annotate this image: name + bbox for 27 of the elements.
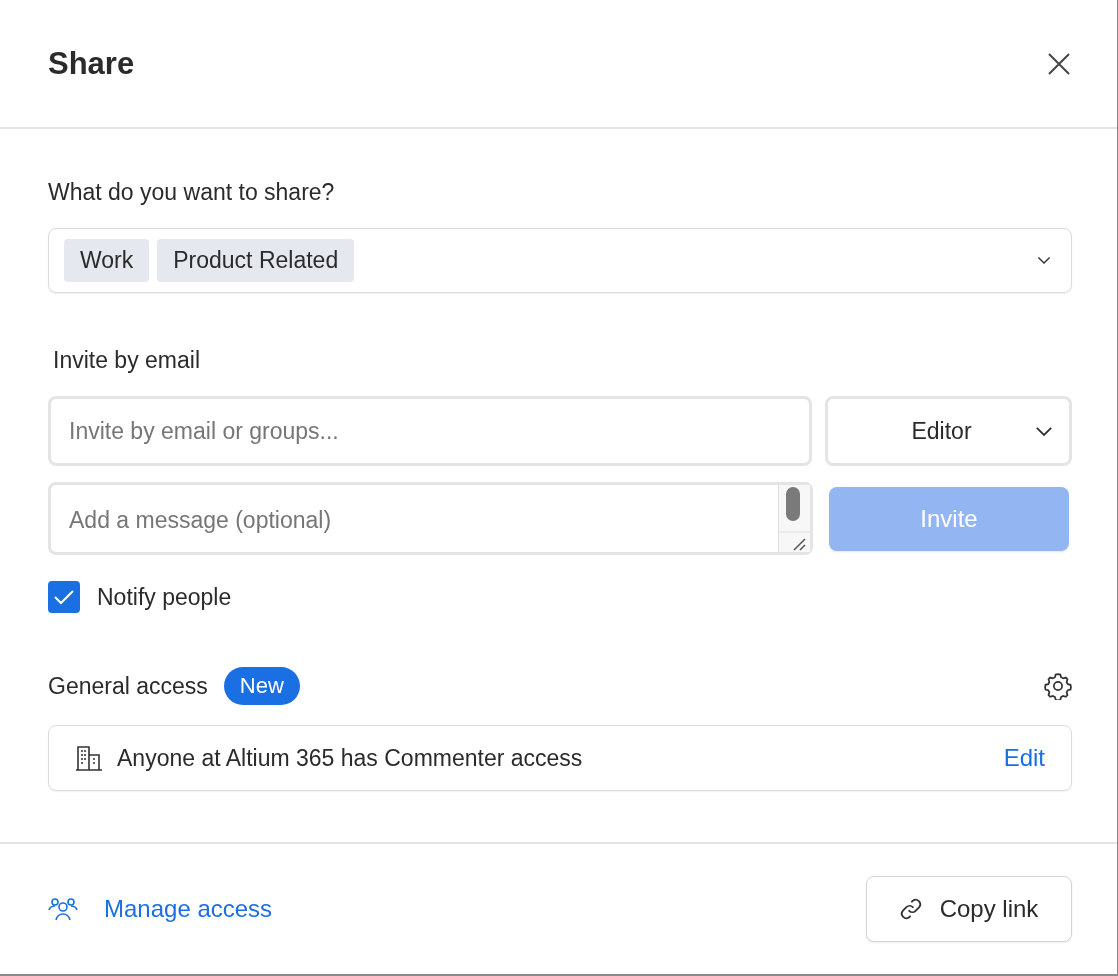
role-select[interactable]: Editor bbox=[825, 396, 1072, 466]
notify-checkbox[interactable] bbox=[48, 581, 80, 613]
building-icon bbox=[75, 745, 103, 771]
chevron-down-icon bbox=[1037, 256, 1051, 265]
close-icon bbox=[1047, 51, 1071, 76]
dialog-title: Share bbox=[48, 45, 135, 82]
checkbox-label: Notify people bbox=[97, 583, 232, 611]
manage-access-link[interactable]: Manage access bbox=[48, 895, 273, 923]
edit-link[interactable]: Edit bbox=[1003, 744, 1045, 772]
selected-tag: Work bbox=[64, 239, 150, 282]
email-input-field[interactable]: Invite by email or groups... bbox=[48, 396, 812, 466]
section-label: What do you want to share? bbox=[48, 179, 336, 206]
scrollbar-drawing bbox=[778, 485, 810, 552]
copy-link-button[interactable]: Copy link bbox=[866, 876, 1072, 942]
chevron-down-icon bbox=[1035, 425, 1053, 437]
share-select[interactable]: Work Product Related bbox=[48, 228, 1072, 293]
message-field[interactable]: Add a message (optional) bbox=[48, 482, 813, 555]
new-badge: New bbox=[223, 667, 300, 705]
section-label: Invite by email bbox=[53, 347, 201, 374]
people-icon bbox=[48, 897, 78, 921]
link-icon bbox=[899, 898, 922, 920]
section-label: General access bbox=[48, 672, 208, 700]
settings-button[interactable] bbox=[1044, 672, 1072, 700]
selected-tag: Product Related bbox=[157, 239, 355, 282]
checkmark-icon bbox=[53, 589, 75, 605]
access-description: Anyone at Altium 365 has Commenter access bbox=[117, 744, 584, 772]
gear-icon bbox=[1044, 672, 1072, 700]
